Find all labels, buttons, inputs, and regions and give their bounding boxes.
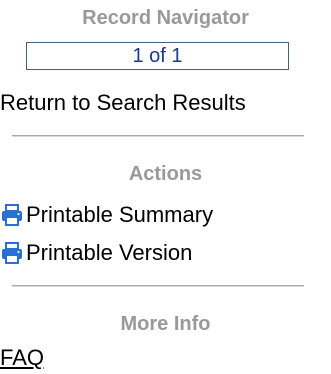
actions-title: Actions (128, 163, 203, 185)
section-divider (12, 285, 304, 287)
printable-summary-link[interactable]: Printable Summary (0, 202, 213, 228)
printable-version-link[interactable]: Printable Version (0, 240, 192, 266)
record-navigator-title: Record Navigator (82, 7, 249, 29)
faq-link[interactable]: FAQ (0, 345, 44, 371)
record-position-indicator: 1 of 1 (26, 42, 289, 70)
printer-icon (2, 242, 22, 264)
record-sidebar: Record Navigator 1 of 1 Return to Search… (0, 0, 331, 374)
return-to-search-results-link[interactable]: Return to Search Results (0, 90, 246, 116)
printer-icon (2, 204, 22, 226)
printable-version-label: Printable Version (26, 240, 193, 265)
printable-summary-label: Printable Summary (26, 202, 214, 227)
section-divider (12, 135, 304, 137)
more-info-title: More Info (120, 313, 211, 335)
